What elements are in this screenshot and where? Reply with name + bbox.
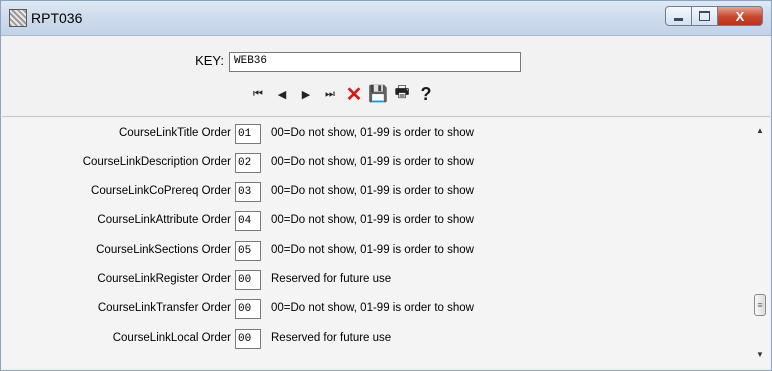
- close-button[interactable]: X: [718, 6, 763, 26]
- last-record-icon[interactable]: ⏭: [318, 83, 342, 105]
- settings-row: CourseLinkTitle Order 01 00=Do not show,…: [2, 124, 742, 144]
- help-icon[interactable]: ?: [414, 83, 438, 105]
- row-description: Reserved for future use: [271, 273, 392, 285]
- settings-row: CourseLinkLocal Order 00 Reserved for fu…: [2, 329, 742, 349]
- key-input[interactable]: WEB36: [229, 52, 521, 72]
- settings-row: CourseLinkCoPrereq Order 03 00=Do not sh…: [2, 182, 742, 202]
- row-description: 00=Do not show, 01-99 is order to show: [271, 156, 474, 168]
- row-description: 00=Do not show, 01-99 is order to show: [271, 302, 474, 314]
- window-title: RPT036: [31, 10, 83, 26]
- scroll-up-arrow-icon[interactable]: ▲: [756, 126, 764, 135]
- window-controls: X: [665, 6, 763, 26]
- settings-panel: CourseLinkTitle Order 01 00=Do not show,…: [2, 118, 770, 368]
- row-label: CourseLinkDescription Order: [82, 156, 231, 168]
- row-description: Reserved for future use: [271, 332, 392, 344]
- first-record-icon[interactable]: ⏮: [246, 83, 270, 105]
- settings-row: CourseLinkTransfer Order 00 00=Do not sh…: [2, 299, 742, 319]
- close-icon: X: [735, 8, 745, 24]
- settings-row: CourseLinkRegister Order 00 Reserved for…: [2, 270, 742, 290]
- key-label: KEY:: [195, 53, 224, 68]
- previous-record-icon[interactable]: ◀: [270, 83, 294, 105]
- row-label: CourseLinkSections Order: [96, 244, 231, 256]
- order-input[interactable]: 01: [235, 124, 261, 144]
- delete-icon[interactable]: ✕: [342, 83, 366, 106]
- settings-row: CourseLinkSections Order 05 00=Do not sh…: [2, 241, 742, 261]
- order-input[interactable]: 00: [235, 329, 261, 349]
- maximize-button[interactable]: [692, 6, 718, 26]
- scroll-down-arrow-icon[interactable]: ▼: [756, 350, 764, 359]
- row-label: CourseLinkTitle Order: [118, 127, 231, 139]
- vertical-scrollbar[interactable]: ▲ ≡ ▼: [752, 118, 770, 368]
- row-description: 00=Do not show, 01-99 is order to show: [271, 244, 474, 256]
- order-input[interactable]: 00: [235, 299, 261, 319]
- row-description: 00=Do not show, 01-99 is order to show: [271, 185, 474, 197]
- row-label: CourseLinkTransfer Order: [97, 302, 231, 314]
- grip-icon: ≡: [757, 300, 763, 310]
- maximize-icon: [699, 11, 710, 21]
- row-label: CourseLinkLocal Order: [112, 332, 231, 344]
- row-label: CourseLinkCoPrereq Order: [91, 185, 231, 197]
- order-input[interactable]: 05: [235, 241, 261, 261]
- navigation-toolbar: ⏮ ◀ ▶ ⏭ ✕ 💾 🖶 ?: [246, 83, 438, 106]
- print-icon[interactable]: 🖶: [390, 83, 414, 105]
- row-label: CourseLinkRegister Order: [97, 273, 231, 285]
- title-bar[interactable]: RPT036 X: [1, 1, 771, 36]
- app-icon: [9, 9, 27, 27]
- settings-row: CourseLinkDescription Order 02 00=Do not…: [2, 153, 742, 173]
- minimize-button[interactable]: [665, 6, 692, 26]
- record-header: KEY: WEB36 ⏮ ◀ ▶ ⏭ ✕ 💾 🖶 ?: [2, 36, 770, 117]
- report-window: RPT036 X KEY: WEB36 ⏮ ◀ ▶ ⏭ ✕ 💾 🖶 ? Cour…: [0, 0, 772, 371]
- row-description: 00=Do not show, 01-99 is order to show: [271, 214, 474, 226]
- save-icon[interactable]: 💾: [366, 83, 390, 105]
- order-input[interactable]: 00: [235, 270, 261, 290]
- order-input[interactable]: 04: [235, 211, 261, 231]
- next-record-icon[interactable]: ▶: [294, 83, 318, 105]
- minimize-icon: [674, 17, 683, 21]
- order-input[interactable]: 02: [235, 153, 261, 173]
- settings-row: CourseLinkAttribute Order 04 00=Do not s…: [2, 211, 742, 231]
- scroll-thumb[interactable]: ≡: [754, 294, 766, 316]
- order-input[interactable]: 03: [235, 182, 261, 202]
- row-label: CourseLinkAttribute Order: [97, 214, 231, 226]
- row-description: 00=Do not show, 01-99 is order to show: [271, 127, 474, 139]
